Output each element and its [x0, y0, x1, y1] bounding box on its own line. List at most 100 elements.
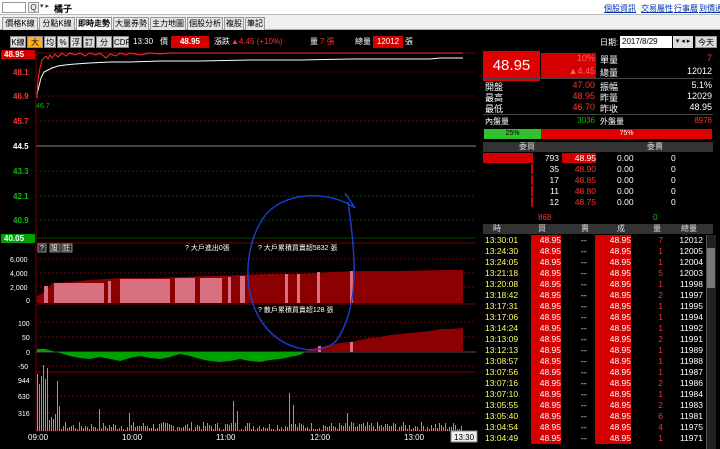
link-stock-info[interactable]: 個股資訊 — [604, 3, 636, 14]
search-dropdown-icon[interactable]: ▾ ▸ — [40, 2, 49, 10]
ask-price[interactable]: 0.00 — [617, 175, 634, 185]
volume-bar — [81, 426, 82, 431]
float-button[interactable]: 浮 — [70, 36, 82, 48]
tick-row[interactable]: 13:05:55 48.95 -- 48.95 2 11983 — [483, 400, 705, 411]
bid-price[interactable]: 48.80 — [562, 186, 596, 196]
tab-fu-gu[interactable]: 複股 — [224, 17, 244, 30]
percent-button[interactable]: % — [57, 36, 69, 48]
top-bar: Q ▾ ▸ 橘子 個股資訊 交易屬性 行事曆 到價通知 — [0, 0, 720, 15]
volume-bar — [141, 426, 142, 431]
tick-row[interactable]: 13:13:09 48.95 -- 48.95 2 11991 — [483, 334, 705, 345]
today-button[interactable]: 今天 — [695, 36, 717, 48]
ask-price[interactable]: 0.00 — [617, 153, 634, 163]
cdp-button[interactable]: CDP — [113, 36, 131, 48]
tick-row[interactable]: 13:24:05 48.95 -- 48.95 1 12004 — [483, 257, 705, 268]
volume-bar — [369, 425, 370, 431]
volume-bar — [145, 426, 146, 431]
tick-price: 48.95 — [595, 279, 631, 290]
tick-total: 12012 — [679, 235, 703, 245]
sub1-yaxis-label: 0 — [26, 298, 30, 305]
bid-price[interactable]: 48.75 — [562, 197, 596, 207]
volume-bar — [43, 365, 44, 431]
bid-price[interactable]: 48.90 — [562, 164, 596, 174]
link-trade-attr[interactable]: 交易屬性 — [641, 3, 673, 14]
tick-bid: 48.95 — [531, 235, 561, 246]
bid-price[interactable]: 48.85 — [562, 175, 596, 185]
tick-row[interactable]: 13:30:01 48.95 -- 48.95 7 12012 — [483, 235, 705, 246]
search-icon[interactable]: Q — [28, 2, 39, 13]
volume-bar — [235, 423, 236, 431]
stat-value: 48.95 — [689, 102, 712, 112]
stock-code-input[interactable] — [2, 2, 26, 13]
order-button[interactable]: 訂 — [83, 36, 95, 48]
volume-bar — [179, 427, 180, 431]
tick-time: 13:05:55 — [485, 400, 519, 410]
tick-row[interactable]: 13:05:40 48.95 -- 48.95 6 11981 — [483, 411, 705, 422]
tab-main-force-map[interactable]: 主力地圖 — [150, 17, 186, 30]
tick-row[interactable]: 13:04:54 48.95 -- 48.95 4 11975 — [483, 422, 705, 433]
tick-qty: 6 — [658, 411, 663, 421]
tab-realtime[interactable]: 即時走勢 — [76, 17, 112, 30]
link-calendar[interactable]: 行事曆 — [674, 3, 698, 14]
ratio-green-segment: 25% — [484, 129, 541, 139]
tab-volume[interactable]: 大量券勢 — [113, 17, 149, 30]
volume-bar — [91, 424, 92, 431]
tab-notes[interactable]: 筆記 — [245, 17, 265, 30]
volume-bar — [393, 423, 394, 431]
tick-total: 11994 — [679, 312, 703, 322]
tick-ask: -- — [581, 301, 587, 311]
volume-bar — [271, 429, 272, 431]
volume-bar — [319, 428, 320, 431]
change-value: ▲4.45 (+10%) — [231, 37, 283, 46]
date-nav-icon[interactable]: ▾ ◂ ▸ — [673, 36, 693, 48]
tick-row[interactable]: 13:07:10 48.95 -- 48.95 1 11984 — [483, 389, 705, 400]
volume-bar — [219, 428, 220, 431]
price-value: 48.95 — [171, 36, 209, 48]
volume-bar — [263, 427, 264, 431]
intraday-chart[interactable]: 48.95 48.1 46.9 45.7 44.5 43.3 42.1 40.9… — [0, 50, 478, 449]
tick-row[interactable]: 13:17:06 48.95 -- 48.95 1 11994 — [483, 312, 705, 323]
tick-row[interactable]: 13:07:16 48.95 -- 48.95 2 11986 — [483, 378, 705, 389]
tick-price: 48.95 — [595, 290, 631, 301]
price-dist-button[interactable]: 分價 — [96, 36, 112, 58]
volume-bar — [433, 428, 434, 431]
current-time: 13:30 — [133, 37, 154, 46]
tick-row[interactable]: 13:24:30 48.95 -- 48.95 1 12005 — [483, 246, 705, 257]
volume-bar — [327, 427, 328, 431]
bid-price[interactable]: 48.95 — [562, 153, 596, 163]
tick-bid: 48.95 — [531, 389, 561, 400]
tick-row[interactable]: 13:21:18 48.95 -- 48.95 5 12003 — [483, 268, 705, 279]
highlight-bar — [285, 274, 288, 303]
tick-scroll-thumb[interactable] — [707, 248, 715, 288]
volume-bar — [277, 425, 278, 431]
ask-price[interactable]: 0.00 — [617, 164, 634, 174]
tick-row[interactable]: 13:12:13 48.95 -- 48.95 1 11989 — [483, 345, 705, 356]
ask-header: 委賣 — [647, 142, 663, 151]
kline-button[interactable]: K線 — [10, 36, 26, 48]
tick-total: 11997 — [679, 290, 703, 300]
volume-bar — [455, 425, 456, 431]
tick-time: 13:12:13 — [485, 345, 519, 355]
volume-bar — [415, 426, 416, 431]
ask-price[interactable]: 0.00 — [617, 197, 634, 207]
ask-price[interactable]: 0.00 — [617, 186, 634, 196]
tick-row[interactable]: 13:04:49 48.95 -- 48.95 1 11971 — [483, 433, 705, 444]
price-axis-label: 48.95 — [4, 50, 25, 59]
big-player-button[interactable]: 大戶 — [27, 36, 43, 58]
tab-stock-analysis[interactable]: 個股分析 — [187, 17, 223, 30]
tick-row[interactable]: 13:14:24 48.95 -- 48.95 1 11992 — [483, 323, 705, 334]
tick-row[interactable]: 13:07:56 48.95 -- 48.95 1 11987 — [483, 367, 705, 378]
date-input[interactable]: 2017/8/29 — [620, 36, 672, 48]
tick-ask: -- — [581, 235, 587, 245]
tab-branch-kline[interactable]: 分點K線 — [39, 17, 75, 30]
tick-row[interactable]: 13:20:08 48.95 -- 48.95 1 11998 — [483, 279, 705, 290]
volume-bar — [171, 425, 172, 431]
avg-button[interactable]: 均 — [44, 36, 56, 48]
volume-bar — [127, 427, 128, 431]
tick-row[interactable]: 13:17:31 48.95 -- 48.95 1 11995 — [483, 301, 705, 312]
tick-qty: 2 — [658, 290, 663, 300]
link-price-alert[interactable]: 到價通知 — [699, 3, 720, 14]
tick-row[interactable]: 13:08:57 48.95 -- 48.95 1 11988 — [483, 356, 705, 367]
tab-price-kline[interactable]: 價格K線 — [2, 17, 38, 30]
tick-row[interactable]: 13:18:42 48.95 -- 48.95 2 11997 — [483, 290, 705, 301]
